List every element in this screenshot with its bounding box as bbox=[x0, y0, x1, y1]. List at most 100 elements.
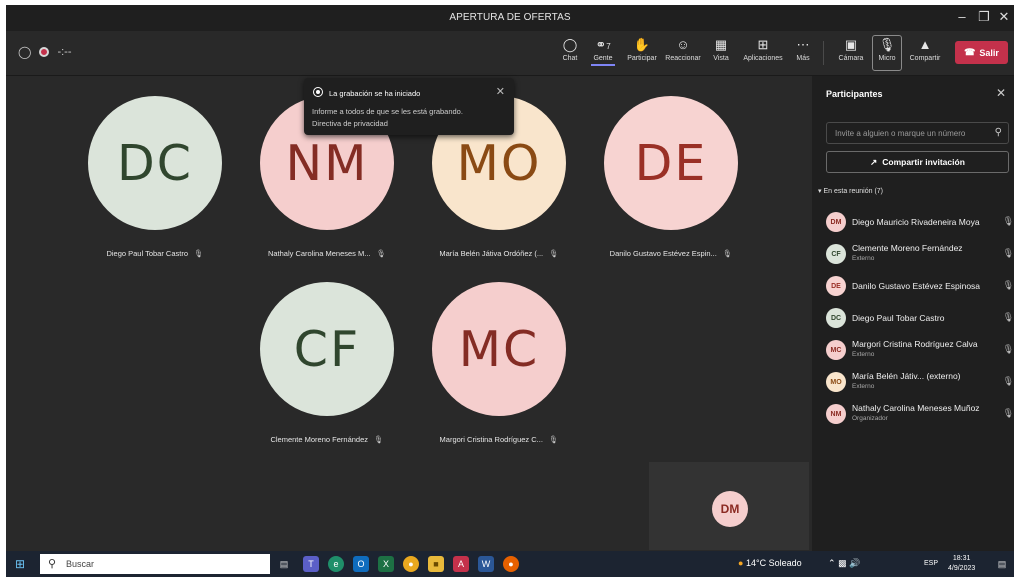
mic-off-icon: 🎙 bbox=[1002, 408, 1014, 418]
participant-row[interactable]: DC Diego Paul Tobar Castro 🎙 bbox=[826, 305, 1014, 331]
section-header[interactable]: ▾ En esta reunión (7) bbox=[818, 187, 883, 195]
self-avatar: DM bbox=[712, 491, 748, 527]
teams-window: APERTURA DE OFERTAS – ❐ ✕ ◯ -:-- ◯ Chat … bbox=[6, 5, 1014, 551]
participant-name: Clemente Moreno Fernández 🎙 bbox=[270, 435, 384, 444]
share-invite-button[interactable]: ↗ Compartir invitación bbox=[826, 151, 1009, 173]
avatar: CF bbox=[826, 244, 846, 264]
chat-button[interactable]: ◯ Chat bbox=[559, 37, 581, 62]
mic-off-icon: 🎙 bbox=[549, 249, 559, 258]
mic-off-icon: 🎙 bbox=[878, 37, 896, 52]
recording-icon bbox=[39, 47, 50, 57]
search-icon: ⚲ bbox=[994, 127, 1002, 138]
camera-off-icon: ▣ bbox=[844, 37, 858, 52]
clock[interactable]: 18:31 4/9/2023 bbox=[948, 554, 975, 574]
avatar: MC bbox=[432, 282, 566, 416]
participant-name: Margori Cristina Rodríguez C... 🎙 bbox=[439, 435, 559, 444]
avatar: MO bbox=[826, 372, 846, 392]
task-view-icon[interactable]: ▤ bbox=[276, 556, 292, 572]
avatar: CF bbox=[260, 282, 394, 416]
mic-off-icon: 🎙 bbox=[1002, 216, 1014, 226]
volume-icon: 🔊 bbox=[849, 558, 861, 568]
toast-title: La grabación se ha iniciado bbox=[329, 89, 421, 98]
mic-off-icon: 🎙 bbox=[1002, 312, 1014, 322]
participant-tile[interactable]: DE Danilo Gustavo Estévez Espin... 🎙 bbox=[586, 96, 756, 258]
invite-search-input[interactable]: Invite a alguien o marque un número ⚲ bbox=[826, 122, 1009, 144]
mic-off-icon: 🎙 bbox=[1002, 344, 1014, 354]
avatar: DE bbox=[604, 96, 738, 230]
participant-tile[interactable]: CF Clemente Moreno Fernández 🎙 bbox=[242, 282, 412, 444]
raise-hand-button[interactable]: ✋ Participar bbox=[625, 37, 659, 62]
participant-row[interactable]: MO María Belén Játiv... (externo) Extern… bbox=[826, 369, 1014, 395]
network-icon: ▩ bbox=[838, 558, 847, 568]
meeting-toolbar: ◯ -:-- ◯ Chat ⚭7 Gente ✋ Participar ☺ Re… bbox=[6, 31, 1014, 76]
taskbar-search-input[interactable]: ⚲ Buscar bbox=[40, 554, 270, 574]
react-button[interactable]: ☺ Reaccionar bbox=[664, 37, 702, 62]
participant-name: Nathaly Carolina Meneses M... 🎙 bbox=[267, 249, 387, 258]
record-icon bbox=[313, 87, 323, 97]
notifications-icon[interactable]: ▤ bbox=[994, 556, 1010, 572]
pdf-reader-icon[interactable]: A bbox=[453, 556, 469, 572]
mic-off-icon: 🎙 bbox=[374, 435, 384, 444]
video-stage: DC Diego Paul Tobar Castro 🎙 NM Nathaly C… bbox=[6, 76, 812, 551]
avatar: MC bbox=[826, 340, 846, 360]
divider bbox=[823, 41, 824, 65]
more-icon: ⋯ bbox=[796, 37, 810, 52]
mic-label-group: 🎙 Micro bbox=[872, 37, 902, 62]
avatar: DC bbox=[826, 308, 846, 328]
avatar: DM bbox=[826, 212, 846, 232]
outlook-icon[interactable]: O bbox=[353, 556, 369, 572]
close-icon[interactable]: ✕ bbox=[994, 9, 1014, 25]
apps-button[interactable]: ⊞ Aplicaciones bbox=[740, 37, 786, 62]
smiley-icon: ☺ bbox=[676, 37, 690, 52]
mic-off-icon: 🎙 bbox=[1002, 376, 1014, 386]
leave-button[interactable]: ☎ Salir bbox=[955, 41, 1008, 64]
participant-name: Danilo Gustavo Estévez Espin... 🎙 bbox=[609, 249, 733, 258]
firefox-icon[interactable]: ● bbox=[503, 556, 519, 572]
panel-title: Participantes bbox=[826, 89, 883, 99]
participant-row[interactable]: MC Margori Cristina Rodríguez Calva Exte… bbox=[826, 337, 1014, 363]
search-icon: ⚲ bbox=[48, 558, 57, 570]
language-indicator[interactable]: ESP bbox=[924, 560, 938, 567]
word-icon[interactable]: W bbox=[478, 556, 494, 572]
edge-icon[interactable]: e bbox=[328, 556, 344, 572]
close-icon[interactable]: ✕ bbox=[996, 86, 1006, 100]
title-bar: APERTURA DE OFERTAS – ❐ ✕ bbox=[6, 5, 1014, 31]
toast-message: Informe a todos de que se les está graba… bbox=[312, 107, 463, 116]
minimize-icon[interactable]: – bbox=[952, 9, 972, 24]
mic-off-icon: 🎙 bbox=[1002, 280, 1014, 290]
participant-tile[interactable]: DC Diego Paul Tobar Castro 🎙 bbox=[70, 96, 240, 258]
excel-icon[interactable]: X bbox=[378, 556, 394, 572]
participant-row[interactable]: DE Danilo Gustavo Estévez Espinosa 🎙 bbox=[826, 273, 1014, 299]
participant-row[interactable]: NM Nathaly Carolina Meneses Muñoz Organi… bbox=[826, 401, 1014, 427]
more-button[interactable]: ⋯ Más bbox=[794, 37, 812, 62]
participant-tile[interactable]: MC Margori Cristina Rodríguez C... 🎙 bbox=[414, 282, 584, 444]
mic-off-icon: 🎙 bbox=[722, 249, 733, 258]
participant-name: María Belén Játiva Ordóñez (... 🎙 bbox=[439, 249, 559, 258]
teams-icon[interactable]: T bbox=[303, 556, 319, 572]
recording-notification: La grabación se ha iniciado ✕ Informe a … bbox=[304, 78, 514, 135]
privacy-link[interactable]: Directiva de privacidad bbox=[312, 119, 388, 128]
participant-row[interactable]: DM Diego Mauricio Rivadeneira Moya 🎙 bbox=[826, 209, 1014, 235]
shield-icon: ◯ bbox=[18, 45, 32, 59]
avatar: DC bbox=[88, 96, 222, 230]
start-icon[interactable]: ⊞ bbox=[12, 556, 28, 572]
file-explorer-icon[interactable]: ■ bbox=[428, 556, 444, 572]
people-icon: ⚭7 bbox=[595, 37, 611, 52]
maximize-icon[interactable]: ❐ bbox=[974, 9, 994, 25]
participant-row[interactable]: CF Clemente Moreno Fernández Externo 🎙 bbox=[826, 241, 1014, 267]
window-title: APERTURA DE OFERTAS bbox=[449, 12, 571, 23]
add-app-icon: ⊞ bbox=[757, 37, 769, 52]
mic-off-icon: 🎙 bbox=[548, 435, 559, 444]
avatar: DE bbox=[826, 276, 846, 296]
share-button[interactable]: ▲ Compartir bbox=[908, 37, 942, 62]
self-view[interactable]: DM bbox=[649, 462, 809, 550]
view-button[interactable]: ▦ Vista bbox=[710, 37, 732, 62]
camera-button[interactable]: ▣ Cámara bbox=[836, 37, 866, 62]
weather-widget[interactable]: ● 14°C Soleado bbox=[738, 558, 802, 568]
windows-taskbar: ⊞ ⚲ Buscar ▤ T e O X ● ■ A W ● ● 14°C So… bbox=[6, 551, 1014, 577]
close-icon[interactable]: ✕ bbox=[496, 85, 505, 98]
people-button[interactable]: ⚭7 Gente bbox=[591, 37, 615, 66]
system-tray-icons[interactable]: ⌃ ▩ 🔊 bbox=[828, 558, 860, 569]
chrome-icon[interactable]: ● bbox=[403, 556, 419, 572]
hand-icon: ✋ bbox=[633, 37, 651, 52]
